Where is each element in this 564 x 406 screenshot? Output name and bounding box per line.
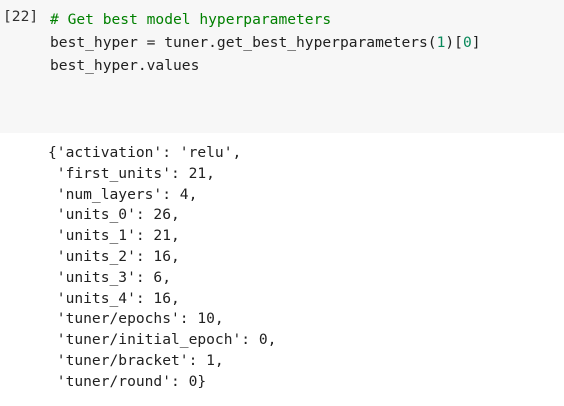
output-line: 'tuner/initial_epoch': 0, [48, 331, 277, 349]
output-line: 'num_layers': 4, [48, 185, 198, 203]
code-line-3: best_hyper.values [50, 54, 481, 77]
output-line: {'activation': 'relu', [48, 144, 242, 161]
output-line: 'units_0': 26, [48, 206, 180, 224]
code-token: ] [471, 34, 481, 51]
code-cell-output: {'activation': 'relu', 'first_units': 21… [0, 133, 564, 406]
output-line: 'units_3': 6, [48, 268, 172, 286]
code-number: 0 [462, 34, 472, 51]
code-token: best_hyper = tuner.get_best_hyperparamet… [50, 34, 437, 51]
execution-count-prompt: [22] [3, 8, 39, 25]
output-text: {'activation': 'relu', 'first_units': 21… [48, 143, 276, 393]
code-token: best_hyper.values [50, 57, 200, 74]
output-line: 'tuner/round': 0} [48, 372, 207, 390]
code-line-1: # Get best model hyperparameters [50, 8, 481, 31]
code-cell-input[interactable]: [22] # Get best model hyperparameters bes… [0, 0, 564, 133]
output-line: 'tuner/epochs': 10, [48, 310, 224, 328]
output-line: 'units_1': 21, [48, 227, 180, 245]
code-line-2: best_hyper = tuner.get_best_hyperparamet… [50, 31, 481, 54]
code-editor[interactable]: # Get best model hyperparameters best_hyp… [50, 8, 481, 77]
code-comment: # Get best model hyperparameters [50, 11, 332, 28]
output-line: 'tuner/bracket': 1, [48, 351, 224, 369]
output-line: 'units_2': 16, [48, 247, 180, 265]
output-line: 'first_units': 21, [48, 164, 215, 182]
code-token: )[ [445, 34, 463, 51]
output-line: 'units_4': 16, [48, 289, 180, 307]
